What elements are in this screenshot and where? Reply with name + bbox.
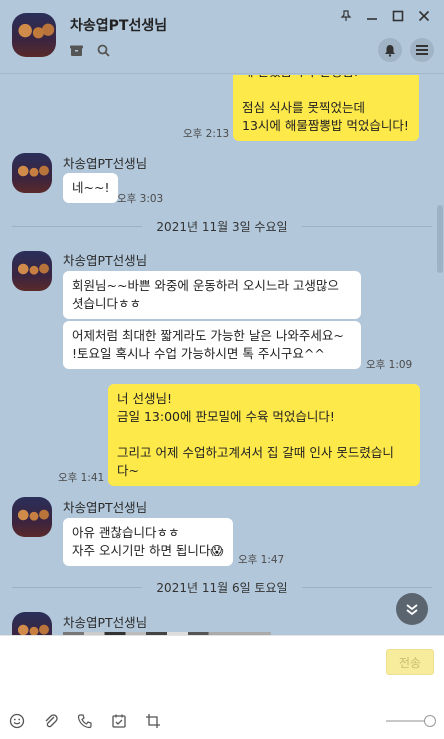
date-separator: 2021년 11월 3일 수요일 [0,218,444,235]
phone-call-icon[interactable] [77,713,93,733]
my-message-bubble[interactable]: 너 선생님! 금일 13:00에 판모밀에 수육 먹었습니다! 그리고 어제 수… [108,384,420,486]
sender-name: 차송엽PT선생님 [63,615,148,630]
header-sub-icons [70,42,110,61]
sender-avatar[interactable] [12,153,52,193]
window-controls [340,10,430,26]
maximize-icon[interactable] [392,10,404,26]
sender-name: 차송엽PT선생님 [63,500,148,515]
close-icon[interactable] [418,10,430,26]
notification-bell-icon[interactable] [378,38,402,62]
message-time: 오후 3:03 [117,193,164,205]
their-message-bubble[interactable]: 네~~! [63,173,119,203]
scroll-to-bottom-button[interactable] [396,593,428,625]
their-message-bubble[interactable]: 회원님~~바쁜 와중에 운동하러 오시느라 고생많으 셧습니다ㅎㅎ [63,271,361,319]
transparency-slider[interactable] [386,715,436,727]
search-icon[interactable] [97,42,110,61]
schedule-calendar-icon[interactable] [111,713,127,733]
pin-icon[interactable] [340,10,352,26]
profile-avatar[interactable] [12,13,56,57]
sender-avatar[interactable] [12,251,52,291]
scrollbar-thumb[interactable] [437,205,443,273]
send-button[interactable]: 전송 [386,649,434,675]
chat-header: 차송엽PT선생님 [0,0,444,74]
sender-name: 차송엽PT선생님 [63,156,148,171]
attach-file-icon[interactable] [43,713,59,733]
sender-name: 차송엽PT선생님 [63,253,148,268]
emoticon-icon[interactable] [9,713,25,733]
their-message-bubble[interactable]: 아유 괜찮습니다ㅎㅎ 자주 오시기만 하면 됩니다😱 [63,518,233,566]
date-separator: 2021년 11월 6일 토요일 [0,579,444,596]
message-time: 오후 1:47 [238,554,285,566]
chat-area[interactable]: 네 알겠습니다 선생님! 점심 식사를 못찍었는데 13시에 해물짬뽕밥 먹었습… [0,75,444,635]
message-input-area[interactable]: 전송 [0,635,444,739]
message-time: 오후 1:09 [366,359,413,371]
header-actions [378,38,434,62]
minimize-icon[interactable] [366,10,378,26]
slider-knob[interactable] [424,715,436,727]
sender-avatar[interactable] [12,612,52,635]
their-message-bubble[interactable]: 어제처럼 최대한 짧게라도 가능한 날은 나와주세요~ !토요일 혹시나 수업 … [63,321,361,369]
screen-capture-icon[interactable] [145,713,161,733]
input-toolbar [9,713,161,733]
my-message-bubble[interactable]: 네 알겠습니다 선생님! 점심 식사를 못찍었는데 13시에 해물짬뽕밥 먹었습… [233,75,419,141]
menu-icon[interactable] [410,38,434,62]
drawer-icon[interactable] [70,42,83,61]
chat-title: 차송엽PT선생님 [70,18,168,34]
sender-avatar[interactable] [12,497,52,537]
message-time: 오후 1:41 [58,472,105,484]
message-time: 오후 2:13 [183,128,230,140]
